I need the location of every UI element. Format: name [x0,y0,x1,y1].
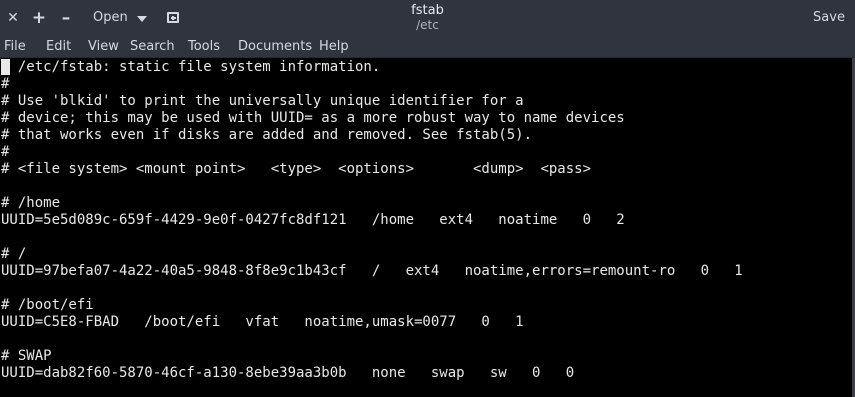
editor-line: UUID=dab82f60-5870-46cf-a130-8ebe39aa3b0… [1,365,575,381]
editor-line: # /boot/efi [1,297,94,313]
menu-file[interactable]: File [4,39,26,55]
editor-line: # <file system> <mount point> <type> <op… [1,161,592,177]
menu-tools[interactable]: Tools [188,39,220,55]
window-subtitle: /etc [416,18,439,32]
editor-line: # SWAP [1,348,52,364]
menu-help[interactable]: Help [319,39,349,55]
editor-line: # [1,144,10,160]
editor-line: # /etc/fstab: static file system informa… [1,59,381,75]
editor-line: # device; this may be used with UUID= as… [1,110,625,126]
editor-line: # that works even if disks are added and… [1,127,533,143]
editor-line: # Use 'blkid' to print the universally u… [1,93,524,109]
text-editor[interactable]: # /etc/fstab: static file system informa… [0,58,855,397]
editor-line: # /home [1,195,61,211]
menu-search[interactable]: Search [130,39,175,55]
menu-view[interactable]: View [88,39,119,55]
editor-line: # [1,76,10,92]
save-button[interactable]: Save [811,6,847,30]
window-title: fstab [411,3,444,18]
editor-line: UUID=C5E8-FBAD /boot/efi vfat noatime,um… [1,314,524,330]
menu-edit[interactable]: Edit [46,39,71,55]
header-bar: ✕ + – Open fstab /etc Save [0,0,855,36]
editor-line: UUID=5e5d089c-659f-4429-9e0f-0427fc8df12… [1,212,625,228]
editor-line: UUID=97befa07-4a22-40a5-9848-8f8e9c1b43c… [1,263,743,279]
menu-documents[interactable]: Documents [238,39,312,55]
editor-line: # / [1,246,27,262]
menu-bar: File Edit View Search Tools Documents He… [0,36,855,58]
